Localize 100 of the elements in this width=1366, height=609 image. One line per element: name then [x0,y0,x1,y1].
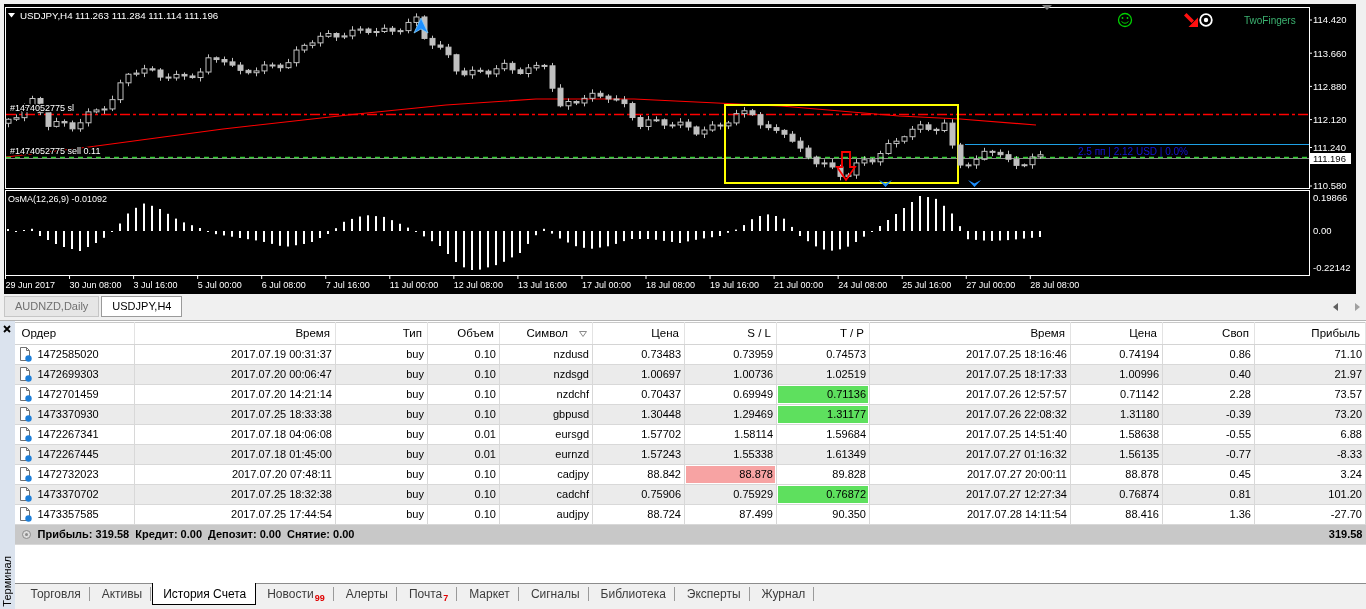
time-label: 18 Jul 08:00 [646,279,696,290]
table-cell: -27.70 [1254,504,1366,525]
column-header[interactable]: Тип [335,322,428,345]
table-cell: 2017.07.25 18:16:46 [869,344,1071,365]
document-icon [18,507,32,522]
column-header[interactable]: Время [869,322,1071,345]
scroll-left-icon[interactable] [1333,302,1338,311]
table-cell: 0.01 [427,424,500,445]
order-number: 1473370930 [37,407,99,420]
chart-quotes: 111.263 111.284 111.114 111.196 [75,10,219,21]
table-cell: 2017.07.19 00:31:37 [134,344,336,365]
table-cell: 88.878 [1070,464,1163,485]
table-cell: 0.70437 [592,384,685,405]
close-icon[interactable] [3,325,12,333]
count-label: 7 [443,593,449,603]
table-cell: 1.36 [1162,504,1255,525]
time-label: 30 Jun 08:00 [69,279,122,290]
order-number: 1472701459 [37,387,99,400]
time-label: 3 Jul 16:00 [133,279,178,290]
indicator-axis-label: 0.19866 [1313,192,1348,204]
table-cell: 2017.07.20 07:48:11 [134,464,336,485]
table-cell: 0.45 [1162,464,1255,485]
table-cell: 89.828 [776,464,870,485]
table-cell: 0.10 [427,464,500,485]
table-cell: 2017.07.25 17:44:54 [134,504,336,525]
order-number: 1472699303 [37,367,99,380]
indicator-label: OsMA(12,26,9) -0.01092 [8,194,108,204]
time-label: 5 Jul 00:00 [197,279,242,290]
column-header[interactable]: Цена [1070,322,1163,345]
caret-icon[interactable] [8,13,15,18]
count-label: 99 [314,593,325,603]
column-header[interactable]: Время [134,322,336,345]
order-number: 1473357585 [37,507,99,520]
table-cell: 90.350 [776,504,870,525]
table-row[interactable]: 1472699303 2017.07.20 00:06:47 buy 0.10 nzdsgd 1.00697 1.00736 1.02519 2017.07.25 18:17:33 1.00996 0.40 21.97 [14,364,1366,385]
table-row[interactable]: 1473357585 2017.07.25 17:44:54 buy 0.10 audjpy 88.724 87.499 90.350 2017.07.28 14:11:54 88.416 1.36 -27.70 [14,504,1366,525]
table-cell: 2017.07.25 14:51:40 [869,424,1071,445]
table-row[interactable]: 1473370702 2017.07.25 18:32:38 buy 0.10 cadchf 0.75906 0.75929 0.76872 2017.07.27 12:27:34 0.76874 0.81 101.20 [14,484,1366,505]
column-header[interactable]: T / P [776,322,870,345]
table-cell: 2.28 [1162,384,1255,405]
target-icon [1199,13,1213,27]
time-label: 11 Jul 00:00 [389,279,439,290]
document-icon [18,447,32,462]
table-cell: buy [335,464,428,485]
smiley-icon [1117,12,1133,28]
document-icon [18,427,32,442]
table-cell: 87.499 [684,504,777,525]
time-label: 19 Jul 16:00 [710,279,760,290]
table-cell: 0.10 [427,344,500,365]
document-icon [18,387,32,402]
column-header[interactable]: Прибыль [1254,322,1366,345]
document-icon [18,347,32,362]
table-cell: 3.24 [1254,464,1366,485]
table-cell: 1.58638 [1070,424,1163,445]
column-header[interactable]: Цена [592,322,685,345]
time-label: 24 Jul 08:00 [838,279,888,290]
table-row[interactable]: 1472267341 2017.07.18 04:06:08 buy 0.01 eursgd 1.57702 1.58114 1.59684 2017.07.25 14:51:40 1.58638 -0.55 6.88 [14,424,1366,445]
down-right-arrow-icon [1184,13,1198,27]
order-number: 1472732023 [37,467,99,480]
table-cell: 6.88 [1254,424,1366,445]
table-cell: 2017.07.27 20:00:11 [869,464,1071,485]
indicator-axis-label: -0.22142 [1313,262,1351,274]
table-cell: 2017.07.28 14:11:54 [869,504,1071,525]
time-label: 28 Jul 08:00 [1030,279,1080,290]
table-cell: 73.57 [1254,384,1366,405]
table-cell: 0.74194 [1070,344,1163,365]
document-icon [18,467,32,482]
summary-item: Прибыль: 319.58 [37,528,130,541]
table-cell: buy [335,504,428,525]
table-cell: buy [335,344,428,365]
indicator-axis-label: 0.00 [1313,225,1332,237]
tab[interactable]: История Счета [152,583,257,605]
table-row[interactable]: 1472267445 2017.07.18 01:45:00 buy 0.01 eurnzd 1.57243 1.55338 1.61349 2017.07.27 01:16:32 1.56135 -0.77 -8.33 [14,444,1366,465]
summary-item: Кредит: 0.00 [135,528,202,541]
column-header[interactable]: Символ [499,322,593,345]
table-cell: 0.86 [1162,344,1255,365]
column-header[interactable]: Своп [1162,322,1255,345]
document-icon [18,487,32,502]
sort-icon [579,330,587,337]
column-header[interactable]: Объем [427,322,500,345]
table-cell: 0.71142 [1070,384,1163,405]
table-cell: 0.69949 [684,384,777,405]
chart-tab[interactable]: AUDNZD,Daily [4,296,100,317]
table-row[interactable]: 1472585020 2017.07.19 00:31:37 buy 0.10 nzdusd 0.73483 0.73959 0.74573 2017.07.25 18:16:46 0.74194 0.86 71.10 [14,344,1366,365]
price-label: 114.420 [1313,14,1347,26]
column-header[interactable]: Ордер [14,322,135,345]
table-cell: 0.73959 [684,344,777,365]
down-arrow-icon [835,151,857,182]
table-row[interactable]: 1473370930 2017.07.25 18:33:38 buy 0.10 gbpusd 1.30448 1.29469 1.31177 2017.07.26 22:08:32 1.31180 -0.39 73.20 [14,404,1366,425]
time-label: 29 Jun 2017 [5,279,56,290]
time-label: 6 Jul 08:00 [261,279,306,290]
summary-item: Депозит: 0.00 [208,528,282,541]
table-cell: 88.724 [592,504,685,525]
table-row[interactable]: 1472701459 2017.07.20 14:21:14 buy 0.10 nzdchf 0.70437 0.69949 0.71136 2017.07.26 12:57:57 0.71142 2.28 73.57 [14,384,1366,405]
chart-tab[interactable]: USDJPY,H4 [101,296,183,317]
table-cell: nzdchf [499,384,593,405]
column-header[interactable]: S / L [684,322,777,345]
table-row[interactable]: 1472732023 2017.07.20 07:48:11 buy 0.10 cadjpy 88.842 88.878 89.828 2017.07.27 20:00:11 88.878 0.45 3.24 [14,464,1366,485]
time-label: 7 Jul 16:00 [325,279,370,290]
time-label: 27 Jul 00:00 [966,279,1016,290]
